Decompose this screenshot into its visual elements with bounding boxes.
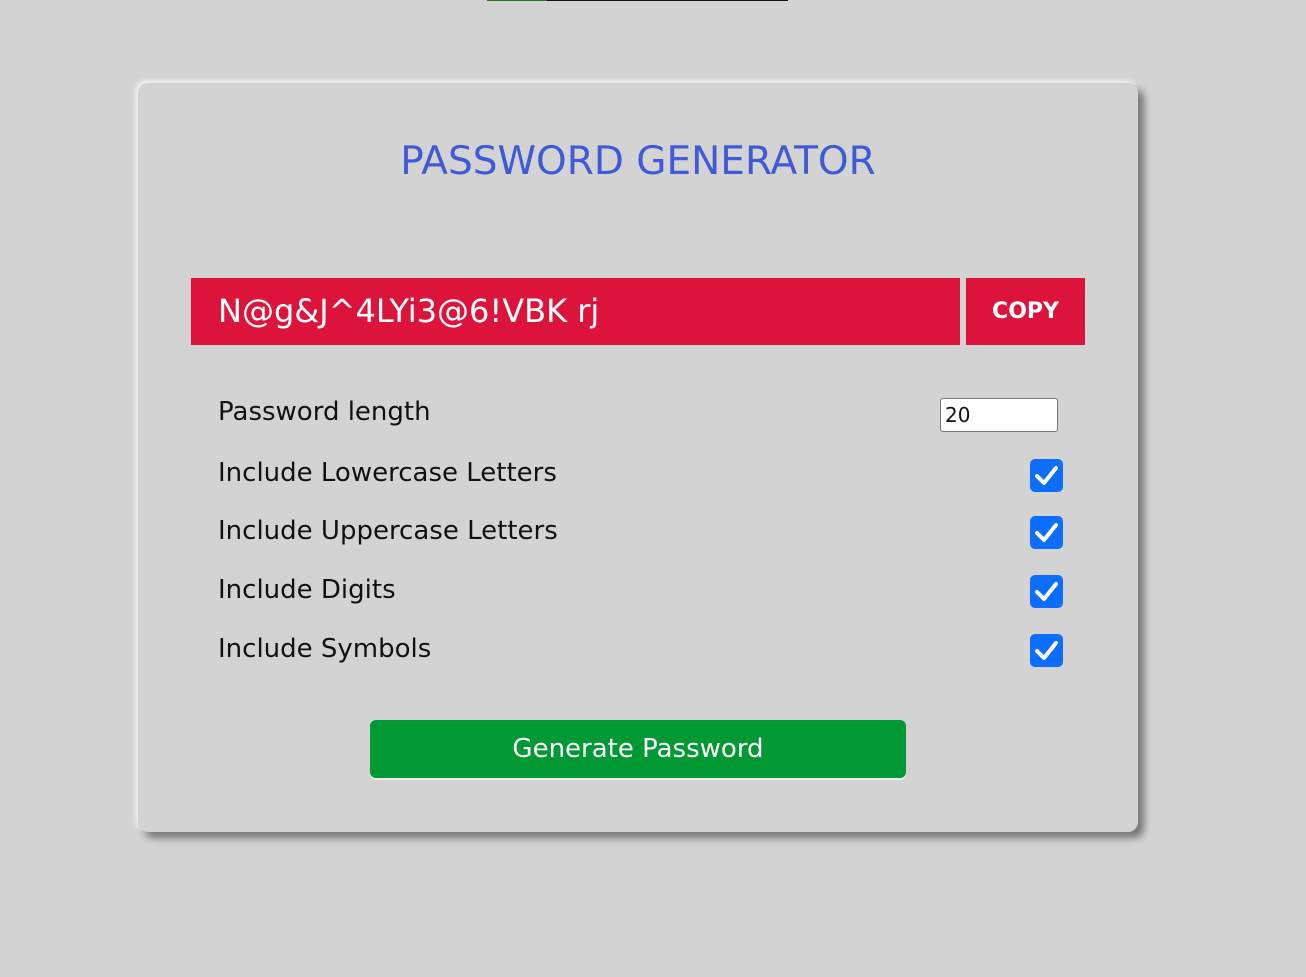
digits-checkbox[interactable]	[1030, 575, 1063, 608]
password-length-label: Password length	[218, 397, 431, 427]
top-divider-accent	[487, 0, 547, 1]
password-length-input[interactable]	[940, 398, 1058, 432]
symbols-checkbox[interactable]	[1030, 634, 1063, 667]
uppercase-option-label: Include Uppercase Letters	[218, 516, 558, 546]
digits-option-label: Include Digits	[218, 575, 396, 605]
lowercase-checkbox[interactable]	[1030, 459, 1063, 492]
generate-password-button[interactable]: Generate Password	[370, 720, 906, 778]
copy-button[interactable]: COPY	[966, 278, 1085, 345]
check-icon	[1035, 523, 1058, 542]
uppercase-checkbox[interactable]	[1030, 516, 1063, 549]
check-icon	[1035, 641, 1058, 660]
lowercase-option-label: Include Lowercase Letters	[218, 458, 557, 488]
password-generator-card: PASSWORD GENERATOR N@g&J^4LYi3@6!VBK rj …	[138, 83, 1138, 832]
page-title: PASSWORD GENERATOR	[400, 139, 876, 184]
symbols-option-label: Include Symbols	[218, 634, 432, 664]
check-icon	[1035, 466, 1058, 485]
check-icon	[1035, 582, 1058, 601]
password-display: N@g&J^4LYi3@6!VBK rj	[191, 278, 960, 345]
